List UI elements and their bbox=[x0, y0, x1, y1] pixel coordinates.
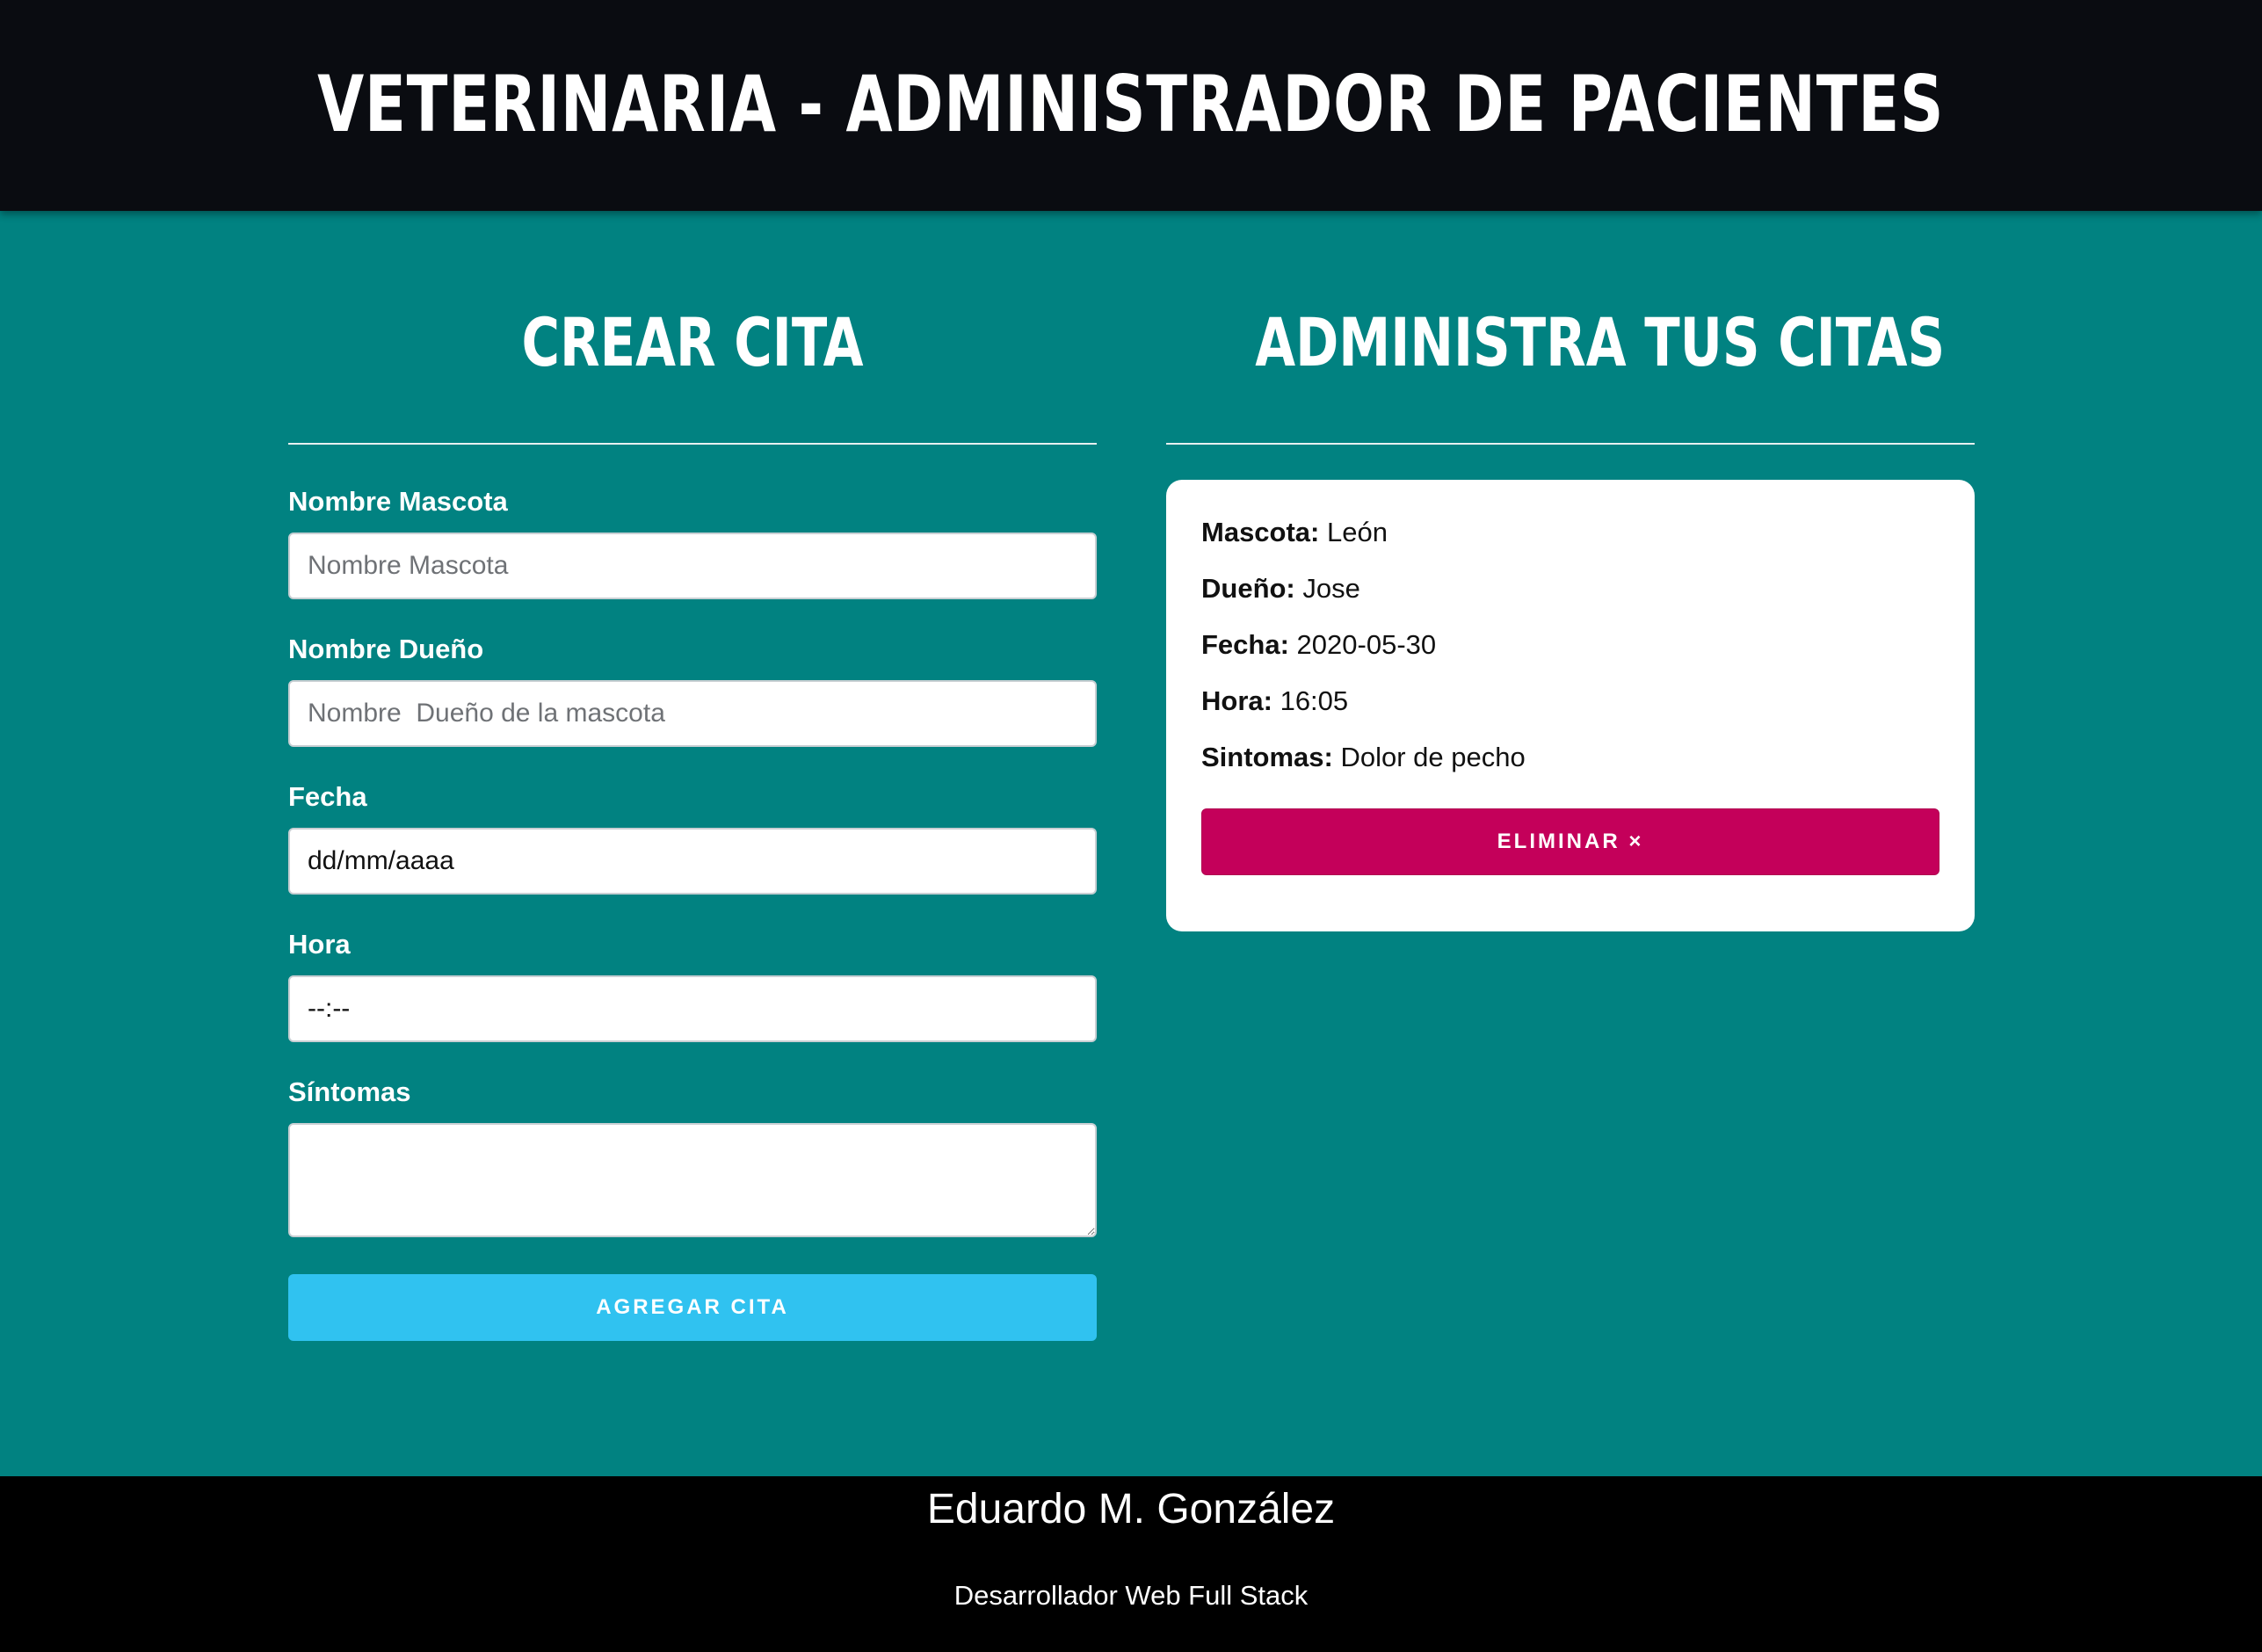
date-label: Fecha bbox=[288, 781, 367, 812]
symptoms-textarea[interactable] bbox=[288, 1123, 1097, 1237]
appointment-time: Hora: 16:05 bbox=[1201, 684, 1939, 740]
appointments-title: Administra tus citas bbox=[1255, 303, 1946, 381]
date-group: Fecha dd/mm/aaaa bbox=[288, 780, 1097, 895]
section-divider bbox=[288, 443, 1097, 445]
date-input[interactable]: dd/mm/aaaa bbox=[288, 828, 1097, 895]
owner-name-group: Nombre Dueño bbox=[288, 633, 1097, 747]
footer-author-role: Desarrollador Web Full Stack bbox=[953, 1580, 1309, 1611]
appointment-owner: Dueño: Jose bbox=[1201, 571, 1939, 627]
create-appointment-section: Crear Cita Nombre Mascota Nombre Dueño F… bbox=[288, 211, 1097, 1341]
time-input[interactable]: --:-- bbox=[288, 975, 1097, 1042]
date-input-placeholder: dd/mm/aaaa bbox=[308, 846, 454, 875]
symptoms-value: Dolor de pecho bbox=[1340, 742, 1526, 772]
appointment-form: Nombre Mascota Nombre Dueño Fecha dd/mm/… bbox=[288, 485, 1097, 1341]
footer-author-name: Eduardo M. González bbox=[926, 1486, 1336, 1532]
pet-field-label: Mascota: bbox=[1201, 517, 1320, 547]
time-field-label: Hora: bbox=[1201, 685, 1272, 716]
owner-name-input[interactable] bbox=[288, 680, 1097, 747]
symptoms-field-label: Sintomas: bbox=[1201, 742, 1333, 772]
appointment-date: Fecha: 2020-05-30 bbox=[1201, 627, 1939, 684]
app-header: Veterinaria - Administrador de Pacientes bbox=[0, 0, 2262, 211]
pet-name-input[interactable] bbox=[288, 533, 1097, 599]
date-field-label: Fecha: bbox=[1201, 629, 1289, 660]
pet-name-label: Nombre Mascota bbox=[288, 486, 508, 517]
time-group: Hora --:-- bbox=[288, 928, 1097, 1042]
owner-value: Jose bbox=[1302, 573, 1360, 604]
appointment-pet: Mascota: León bbox=[1201, 515, 1939, 571]
symptoms-group: Síntomas bbox=[288, 1076, 1097, 1237]
add-appointment-button[interactable]: Agregar Cita bbox=[288, 1274, 1097, 1341]
owner-name-label: Nombre Dueño bbox=[288, 634, 484, 664]
pet-value: León bbox=[1327, 517, 1388, 547]
appointments-section: Administra tus citas Mascota: León Dueño… bbox=[1166, 211, 1975, 931]
pet-name-group: Nombre Mascota bbox=[288, 485, 1097, 599]
date-value: 2020-05-30 bbox=[1296, 629, 1437, 660]
owner-field-label: Dueño: bbox=[1201, 573, 1295, 604]
section-divider bbox=[1166, 443, 1975, 445]
symptoms-label: Síntomas bbox=[288, 1076, 411, 1107]
time-value: 16:05 bbox=[1280, 685, 1349, 716]
app-footer: Eduardo M. González Desarrollador Web Fu… bbox=[0, 1476, 2262, 1652]
page-title: Veterinaria - Administrador de Pacientes bbox=[317, 58, 1945, 149]
create-appointment-title: Crear Cita bbox=[521, 303, 864, 381]
time-input-placeholder: --:-- bbox=[308, 994, 351, 1023]
appointment-card: Mascota: León Dueño: Jose Fecha: 2020-05… bbox=[1166, 480, 1975, 931]
time-label: Hora bbox=[288, 929, 351, 960]
page: Veterinaria - Administrador de Pacientes… bbox=[0, 0, 2262, 1652]
delete-appointment-button[interactable]: Eliminar × bbox=[1201, 808, 1939, 875]
appointment-symptoms: Sintomas: Dolor de pecho bbox=[1201, 740, 1939, 796]
